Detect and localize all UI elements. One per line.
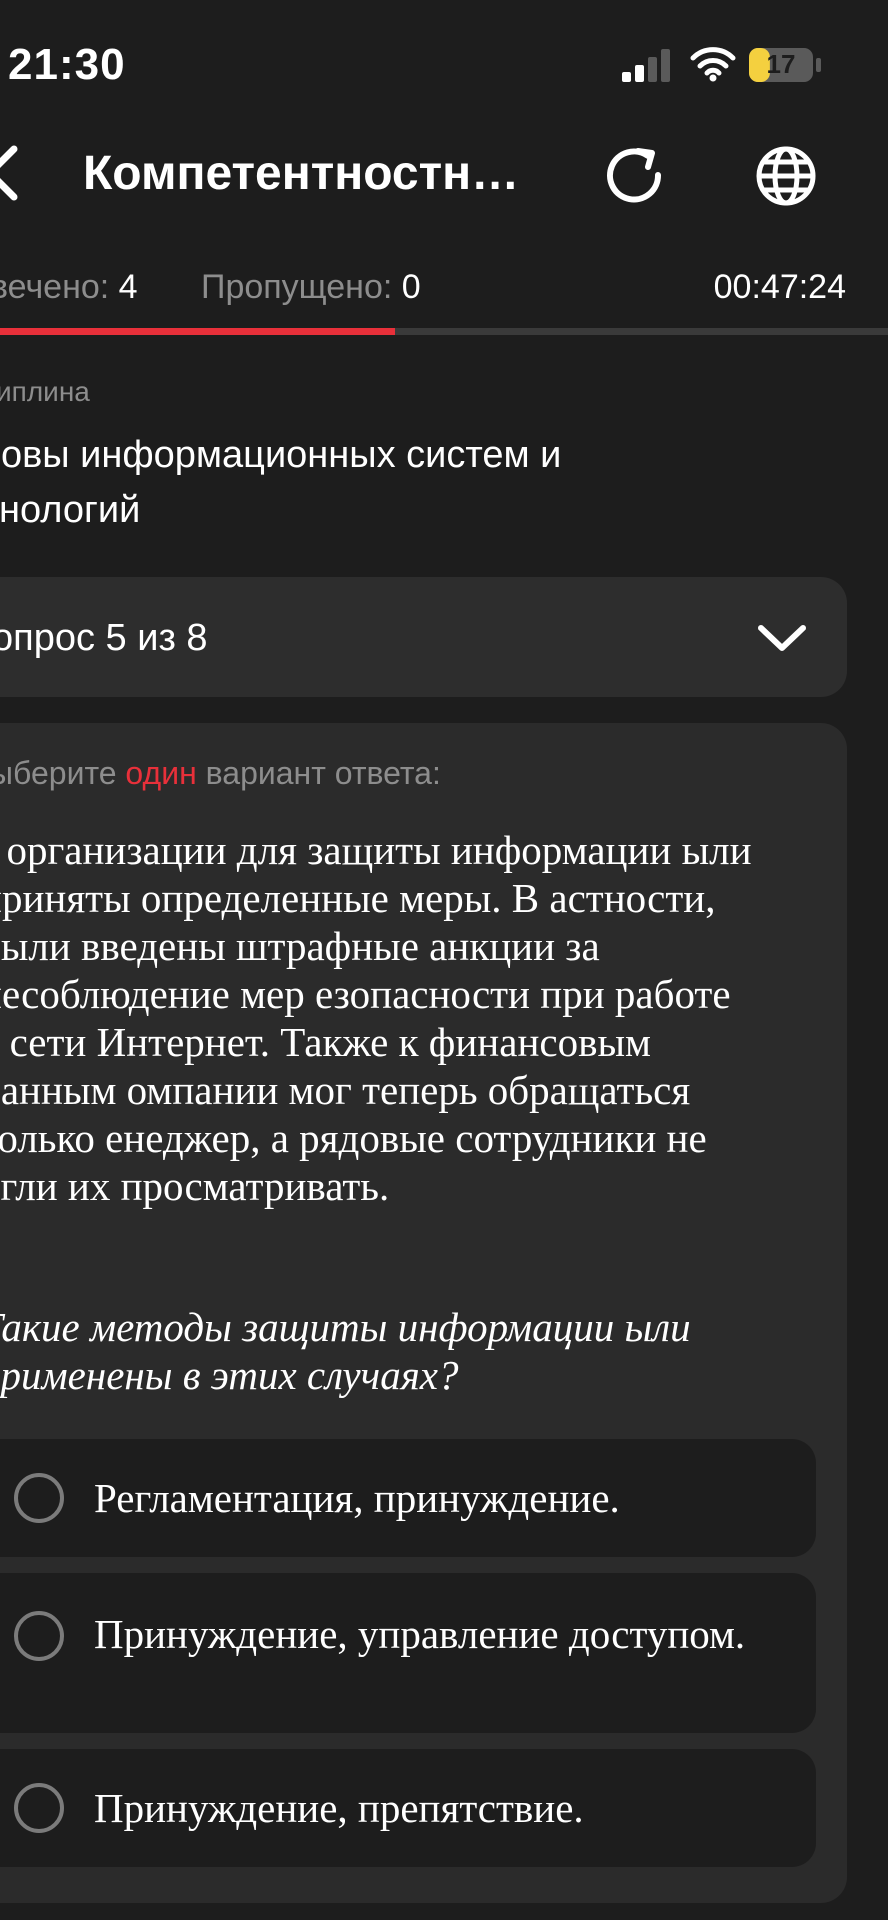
cellular-signal-icon	[622, 49, 670, 82]
question-text: з организации для защиты информации ыли …	[0, 827, 752, 1209]
chevron-left-icon[interactable]	[0, 145, 20, 201]
battery-icon: 17	[748, 47, 822, 83]
page-title: Компетентностны...	[83, 147, 543, 200]
answer-option-label: Принуждение, препятствие.	[94, 1785, 584, 1831]
answered-label: вечено:	[0, 268, 110, 306]
answer-option-label: Принуждение, управление доступом.	[94, 1611, 746, 1657]
answered-counter: вечено: 4	[0, 268, 138, 307]
skipped-counter: Пропущено: 0	[201, 268, 421, 307]
instruction-text: ыберите	[0, 755, 126, 791]
answer-counters: вечено: 4 Пропущено: 0 00:47:24	[0, 268, 888, 312]
status-bar: 21:30 17	[0, 0, 888, 130]
instruction-accent: один	[125, 755, 197, 791]
chevron-down-icon	[758, 625, 806, 651]
question-prompt: Такие методы защиты информации ыли приме…	[0, 1304, 691, 1398]
timer: 00:47:24	[713, 268, 846, 306]
answer-option[interactable]: Принуждение, управление доступом.	[0, 1573, 816, 1733]
question-selector[interactable]: опрос 5 из 8	[0, 577, 847, 697]
skipped-label: Пропущено:	[201, 268, 393, 306]
answer-option[interactable]: Регламентация, принуждение.	[0, 1439, 816, 1557]
battery-level: 17	[766, 49, 796, 79]
instruction-text-end: вариант ответа:	[196, 755, 441, 791]
discipline-name: новы информационных систем и хнологий	[0, 434, 562, 531]
answer-option[interactable]: Принуждение, препятствие.	[0, 1749, 816, 1867]
progress-fill	[0, 328, 396, 335]
radio-button[interactable]	[14, 1783, 64, 1833]
radio-button[interactable]	[14, 1473, 64, 1523]
radio-button[interactable]	[14, 1611, 64, 1661]
progress-bar	[0, 328, 888, 335]
wifi-icon	[690, 47, 736, 82]
answer-option-label: Регламентация, принуждение.	[94, 1475, 620, 1521]
test-screen: 21:30 17 Компетентностны... вечено: 4 Пр…	[0, 0, 888, 1920]
question-card: ыберите один вариант ответа: з организац…	[0, 723, 847, 1903]
skipped-value: 0	[401, 268, 421, 306]
answered-value: 4	[118, 268, 138, 306]
globe-icon[interactable]	[755, 145, 817, 207]
discipline-label: циплина	[0, 376, 90, 407]
answer-instruction: ыберите один вариант ответа:	[0, 755, 441, 792]
reload-icon[interactable]	[604, 145, 666, 207]
question-number: опрос 5 из 8	[0, 617, 208, 659]
status-time: 21:30	[8, 40, 126, 89]
